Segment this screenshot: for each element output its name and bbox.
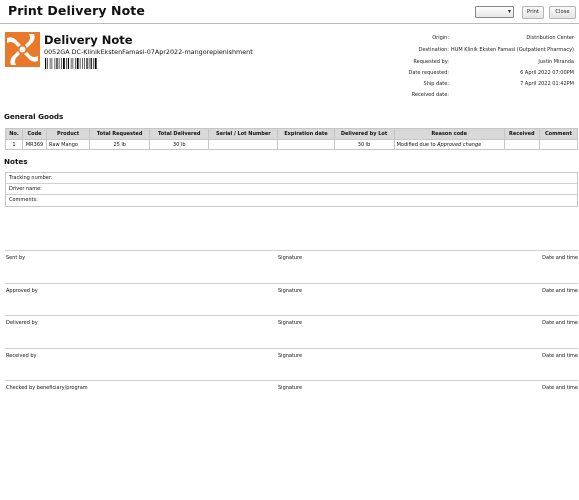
meta-value: Distribution Center	[526, 35, 574, 41]
meta-value: Justin Miranda	[538, 59, 574, 65]
column-header: Serial / Lot Number	[208, 128, 279, 140]
hands-circle-logo-icon	[5, 32, 40, 67]
meta-value: 6 April 2022 07:00PM	[520, 70, 574, 76]
meta-label: Ship date:	[423, 81, 449, 87]
column-header: Product	[46, 128, 91, 140]
cell-no: 1	[4, 139, 24, 150]
signature-role: Received by	[6, 353, 37, 359]
date-time-label: Date and time	[542, 320, 578, 326]
top-bar: Print Delivery Note ▾ Print Close	[0, 0, 579, 24]
cell-received	[503, 139, 540, 150]
column-header: Code	[22, 128, 48, 140]
date-time-label: Date and time	[542, 353, 578, 359]
signature-label: Signature	[278, 320, 303, 326]
column-header: Expiration date	[277, 128, 335, 140]
meta-label: Received date:	[411, 92, 449, 98]
meta-value: HUM Klinik Eksten Famasi (Outpatient Pha…	[450, 47, 574, 53]
meta-label: Destination:	[418, 47, 449, 53]
driver-name-field: Driver name:	[6, 184, 577, 195]
signature-row: Approved by Signature Date and time	[5, 283, 578, 313]
notes-heading: Notes	[4, 157, 28, 166]
column-header: Total Delivered	[149, 128, 210, 140]
goods-table: No. Code Product Total Requested Total Deliv…	[4, 128, 579, 150]
goods-table-header: No. Code Product Total Requested Total Deliv…	[4, 128, 579, 140]
column-header: Comment	[538, 128, 579, 140]
signature-row: Received by Signature Date and time	[5, 348, 578, 378]
signature-label: Signature	[278, 255, 303, 261]
cell-expiration	[277, 139, 335, 150]
column-header: Delivered by Lot	[333, 128, 395, 140]
meta-value: 7 April 2022 01:42PM	[520, 81, 574, 87]
cell-total-requested: 25 lb	[89, 139, 151, 150]
signature-role: Delivered by	[6, 320, 38, 326]
general-goods-heading: General Goods	[4, 112, 64, 121]
signature-label: Signature	[278, 288, 303, 294]
date-time-label: Date and time	[542, 288, 578, 294]
cell-delivered-by-lot: 30 lb	[333, 139, 395, 150]
signature-row: Checked by beneficiary/program Signature D…	[5, 380, 578, 410]
column-header: Received	[503, 128, 540, 140]
date-time-label: Date and time	[542, 385, 578, 391]
column-header: No.	[4, 128, 24, 140]
barcode	[45, 58, 97, 69]
signature-role: Sent by	[6, 255, 26, 261]
column-header: Reason code	[393, 128, 505, 140]
column-header: Total Requested	[89, 128, 151, 140]
cell-total-delivered: 30 lb	[149, 139, 210, 150]
tracking-number-field: Tracking number:	[6, 173, 577, 184]
document-number: 0052GA DC-KlinikEkstenFamasi-07Apr2022-m…	[44, 48, 253, 56]
close-button[interactable]: Close	[549, 6, 576, 19]
table-row: 1 MR369 Raw Mango 25 lb 30 lb 30 lb Modi…	[4, 139, 579, 150]
signature-role: Checked by beneficiary/program	[6, 385, 88, 391]
notes-box: Tracking number: Driver name: Comments:	[5, 172, 578, 207]
date-time-label: Date and time	[542, 255, 578, 261]
chevron-down-icon: ▾	[507, 8, 511, 15]
meta-label: Requested by:	[413, 59, 449, 65]
signature-role: Approved by	[6, 288, 38, 294]
cell-comment	[538, 139, 579, 150]
cell-serial-lot	[208, 139, 279, 150]
signature-label: Signature	[278, 385, 303, 391]
reason-emphasis: Approved change	[437, 141, 482, 148]
cell-reason-code: Modified due to Approved change	[393, 139, 505, 150]
cell-code: MR369	[22, 139, 48, 150]
signature-label: Signature	[278, 353, 303, 359]
language-select[interactable]: ▾	[475, 6, 514, 18]
signature-row: Sent by Signature Date and time	[5, 250, 578, 280]
reason-prefix: Modified due to	[396, 141, 436, 148]
cell-product: Raw Mango	[46, 139, 91, 150]
meta-label: Origin:	[432, 35, 449, 41]
print-button[interactable]: Print	[522, 6, 544, 19]
meta-label: Date requested:	[408, 70, 449, 76]
signature-row: Delivered by Signature Date and time	[5, 315, 578, 345]
document-title: Delivery Note	[44, 33, 133, 47]
comments-field: Comments:	[9, 197, 38, 203]
page-title: Print Delivery Note	[8, 3, 145, 18]
